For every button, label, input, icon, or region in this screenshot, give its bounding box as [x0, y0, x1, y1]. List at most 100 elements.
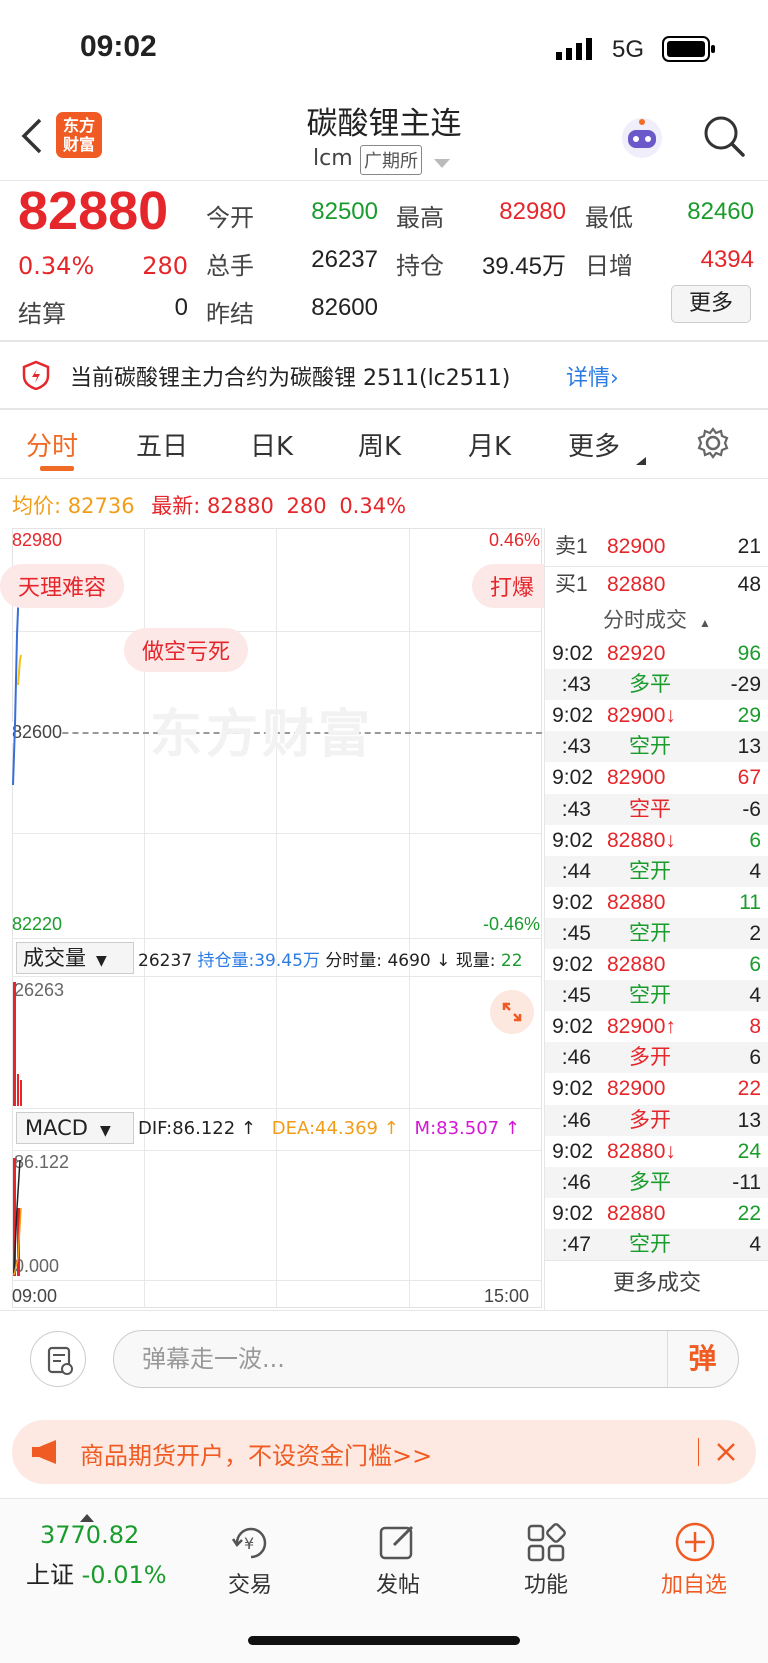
trade-price: 82900: [607, 766, 666, 790]
trade-price: 82880↓: [607, 828, 676, 852]
trade-qty: 6: [749, 1046, 761, 1070]
nav-functions[interactable]: 功能: [486, 1567, 606, 1599]
avg-label: 均价:: [12, 494, 62, 518]
trade-qty: 13: [737, 735, 761, 759]
settings-gear-icon[interactable]: [696, 426, 730, 464]
current-volume-label: 现量:: [455, 951, 496, 971]
more-button[interactable]: 更多: [671, 285, 751, 323]
trade-time: :45: [561, 984, 591, 1008]
macd-bars: [13, 1148, 25, 1282]
send-danmu-button[interactable]: 弹: [667, 1331, 737, 1387]
trade-row: 9:02 82920 96: [545, 638, 768, 669]
trade-time: :46: [561, 1108, 591, 1132]
trade-row: :46 多开 13: [545, 1104, 768, 1136]
trade-price: 82900: [607, 1077, 666, 1101]
trades-panel: 卖1 82900 21 买1 82880 48 分时成交 ▲ 9:02 82920 9…: [544, 528, 768, 1310]
trade-time: 9:02: [552, 890, 593, 914]
danmu-input[interactable]: 弹幕走一波...: [113, 1330, 739, 1388]
trade-price: 空开: [629, 859, 671, 883]
grid-line: [12, 938, 542, 939]
x-start-label: 09:00: [12, 1286, 58, 1306]
change-pct: 0.34%: [18, 252, 95, 280]
volume-selector[interactable]: 成交量 ▼: [16, 942, 134, 974]
trade-time: 9:02: [552, 828, 593, 852]
trade-row: 9:02 82880↓ 6: [545, 825, 768, 856]
pct-top-label: 0.46%: [488, 530, 540, 550]
tab-more-caret-icon: [636, 450, 646, 469]
grid-line: [12, 1280, 542, 1281]
trade-price: 多平: [629, 673, 671, 697]
trade-time: 9:02: [552, 953, 593, 976]
grid-line: [12, 833, 542, 834]
dropdown-icon[interactable]: [434, 154, 450, 173]
trade-time: 9:02: [552, 642, 593, 665]
position-value: 39.45万: [481, 253, 566, 280]
trade-price: 多平: [629, 1170, 671, 1194]
promo-divider: [698, 1438, 699, 1466]
trade-qty: 6: [749, 953, 761, 976]
tab-monthly-k[interactable]: 月K: [468, 426, 511, 463]
tab-five-day[interactable]: 五日: [136, 426, 188, 463]
grid-line: [12, 1150, 542, 1151]
search-icon[interactable]: [702, 114, 746, 162]
trade-row: :44 空开 4: [545, 855, 768, 887]
trade-time: 9:02: [552, 1077, 593, 1101]
nav-trade[interactable]: 交易: [190, 1567, 310, 1599]
nav-add-watchlist[interactable]: 加自选: [634, 1567, 754, 1599]
tab-intraday[interactable]: 分时: [26, 426, 78, 463]
note-settings-icon[interactable]: [30, 1331, 86, 1387]
shield-alert-icon: [22, 360, 50, 394]
post-edit-icon[interactable]: [378, 1523, 418, 1567]
trade-row: :47 空开 4: [545, 1228, 768, 1260]
megaphone-icon: [30, 1438, 62, 1470]
grid-line: [12, 631, 542, 632]
tab-daily-k[interactable]: 日K: [250, 426, 293, 463]
change-value: 280: [142, 252, 188, 280]
trade-time: 9:02: [552, 704, 593, 728]
grid-line: [276, 528, 277, 1308]
trade-row: 9:02 82900 22: [545, 1073, 768, 1104]
chart-info-line: 均价: 82736 最新: 82880 280 0.34%: [12, 490, 406, 520]
add-watchlist-icon[interactable]: [674, 1521, 716, 1567]
macd-selector[interactable]: MACD ▼: [16, 1112, 134, 1144]
tab-weekly-k[interactable]: 周K: [358, 426, 401, 463]
latest-label: 最新:: [151, 494, 201, 518]
trade-row: :45 空开 4: [545, 980, 768, 1012]
expand-icon[interactable]: [490, 990, 534, 1034]
index-ticker[interactable]: 上证 -0.01%: [26, 1555, 167, 1590]
tab-more[interactable]: 更多: [568, 426, 620, 463]
functions-grid-icon[interactable]: [526, 1523, 566, 1567]
last-price: 82880: [18, 181, 169, 241]
nav-post[interactable]: 发帖: [338, 1567, 458, 1599]
trade-qty: 4: [749, 859, 761, 883]
trade-yen-icon[interactable]: ¥: [229, 1523, 273, 1567]
trade-price: 空开: [629, 984, 671, 1008]
notice-detail-link[interactable]: 详情›: [566, 360, 619, 392]
promo-banner[interactable]: 商品期货开户，不设资金门槛>>: [12, 1420, 756, 1484]
active-tab-indicator: [40, 466, 74, 471]
volume-bars: [13, 980, 25, 1110]
trade-price: 82920: [607, 642, 666, 665]
index-value[interactable]: 3770.82: [40, 1521, 139, 1549]
avg-value: 82736: [67, 494, 135, 518]
danmu-bubble[interactable]: 做空亏死: [124, 628, 249, 672]
trade-row: 9:02 82880↓ 24: [545, 1136, 768, 1167]
more-trades-button[interactable]: 更多成交: [545, 1260, 768, 1310]
danmu-bubble[interactable]: 打爆: [472, 564, 544, 608]
trade-time: :45: [561, 921, 591, 945]
daily-increase-label: 日增: [585, 252, 633, 280]
trade-price: 82880: [607, 1201, 666, 1225]
high-label: 最高: [396, 204, 444, 232]
macd-info-line: DIF:86.122 ↑ DEA:44.369 ↑ M:83.507 ↑: [138, 1118, 520, 1139]
trade-time: :43: [561, 735, 591, 759]
trade-price: 多开: [629, 1108, 671, 1132]
volume-label: 总手: [206, 252, 254, 280]
low-value: 82460: [687, 198, 754, 225]
close-icon[interactable]: [716, 1442, 736, 1466]
trade-qty: 8: [749, 1015, 761, 1039]
order-book-bid: 买1 82880 48: [555, 573, 761, 596]
robot-assistant-icon[interactable]: [618, 114, 666, 166]
danmu-bubble[interactable]: 天理难容: [0, 564, 125, 608]
y-bottom-label: 82220: [12, 914, 63, 934]
trades-header[interactable]: 分时成交 ▲: [545, 604, 768, 638]
